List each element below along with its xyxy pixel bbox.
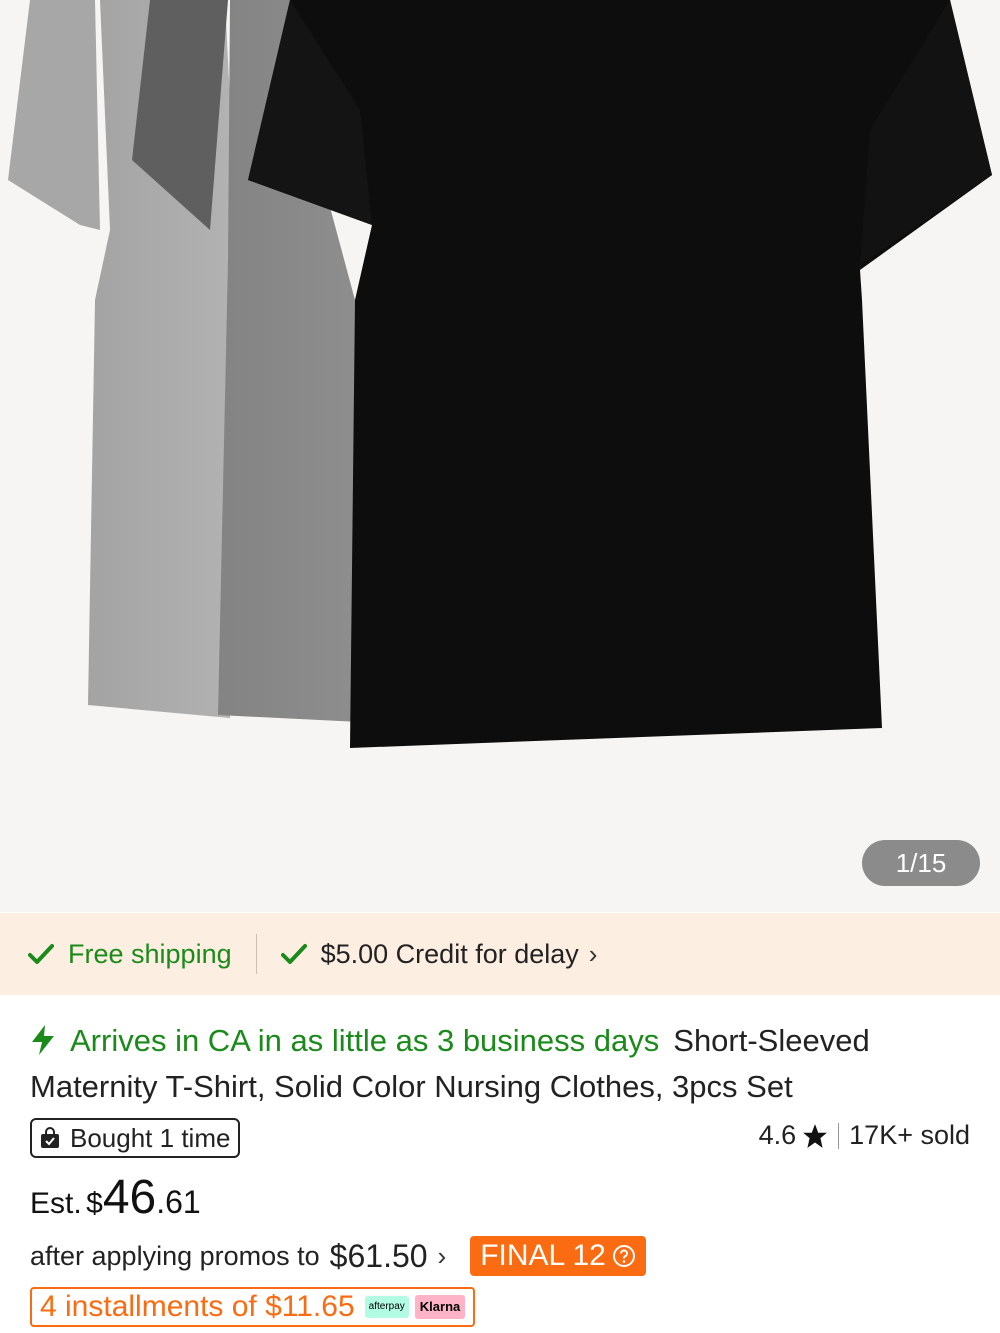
star-icon	[803, 1123, 828, 1148]
est-label: Est.	[30, 1187, 82, 1220]
bought-badge: Bought 1 time	[30, 1118, 241, 1158]
price-whole: 46	[102, 1171, 157, 1224]
promo-text: after applying promos to	[30, 1240, 320, 1271]
estimated-price: Est. $46.61	[30, 1170, 201, 1225]
divider	[838, 1122, 840, 1149]
lightning-icon	[32, 1025, 54, 1055]
check-icon	[28, 944, 54, 964]
free-shipping-label: Free shipping	[68, 938, 232, 969]
divider	[255, 934, 257, 974]
arrival-estimate: Arrives in CA in as little as 3 business…	[70, 1023, 660, 1058]
shopping-bag-icon	[41, 1127, 59, 1148]
rating-sold[interactable]: 4.6 17K+ sold	[759, 1120, 970, 1151]
shipping-benefits-bar[interactable]: Free shipping $5.00 Credit for delay ›	[0, 913, 1000, 995]
promo-amount: $61.50	[329, 1237, 428, 1274]
free-shipping: Free shipping	[28, 939, 232, 970]
chevron-right-icon: ›	[437, 1240, 447, 1271]
final-sale-badge[interactable]: FINAL 12	[470, 1236, 646, 1276]
bought-label: Bought 1 time	[70, 1122, 231, 1153]
installments-offer[interactable]: 4 installments of $11.65 afterpay Klarna	[30, 1287, 476, 1327]
chevron-right-icon: ›	[588, 938, 598, 969]
product-title-block: Arrives in CA in as little as 3 business…	[30, 1018, 970, 1110]
delay-credit-label: $5.00 Credit for delay	[320, 938, 579, 969]
klarna-logo: Klarna	[414, 1295, 466, 1319]
product-image	[8, 0, 992, 748]
question-circle-icon	[612, 1245, 635, 1267]
currency-symbol: $	[86, 1187, 103, 1220]
promo-line[interactable]: after applying promos to $61.50 › FINAL …	[30, 1236, 646, 1276]
afterpay-logo: afterpay	[364, 1296, 409, 1318]
image-counter: 1/15	[862, 840, 980, 886]
final-badge-label: FINAL 12	[480, 1239, 606, 1272]
check-icon	[280, 944, 307, 964]
sold-count: 17K+ sold	[849, 1120, 970, 1150]
product-image-gallery[interactable]: 1/15	[0, 0, 1000, 912]
price-cents: .61	[156, 1184, 201, 1220]
installments-label: 4 installments of $11.65	[40, 1290, 355, 1323]
delay-credit-link[interactable]: $5.00 Credit for delay ›	[280, 938, 598, 970]
rating-value: 4.6	[758, 1120, 797, 1150]
